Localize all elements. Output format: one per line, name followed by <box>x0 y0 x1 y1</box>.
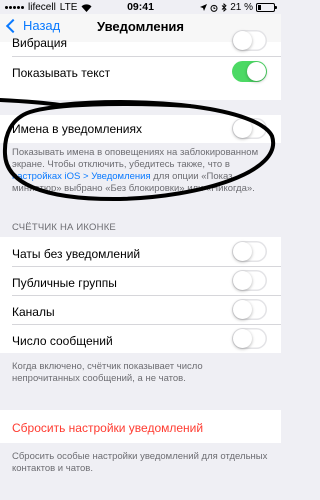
names-in-notifications-label: Имена в уведомлениях <box>12 122 142 136</box>
vibration-label[interactable]: Вибрация <box>12 36 67 50</box>
row-separator <box>12 266 281 267</box>
toggle-knob <box>247 62 266 81</box>
channels-toggle[interactable] <box>232 299 267 320</box>
location-arrow-icon <box>200 4 208 11</box>
names-footer-text-start: Показывать имена в оповещениях на заблок… <box>12 147 259 170</box>
show-text-toggle[interactable] <box>232 61 267 82</box>
public-groups-label: Публичные группы <box>12 276 117 290</box>
counter-section-header: СЧЁТЧИК НА ИКОНКЕ <box>12 222 116 233</box>
show-text-label: Показывать текст <box>12 66 111 80</box>
toggle-knob <box>233 242 252 261</box>
battery-icon <box>256 3 277 12</box>
ios-notifications-settings-link[interactable]: настройках iOS > Уведомления <box>12 171 151 182</box>
row-separator <box>12 295 281 296</box>
public-groups-toggle[interactable] <box>232 270 267 291</box>
toggle-knob <box>233 329 252 348</box>
reset-notifications-row[interactable]: Сбросить настройки уведомлений <box>0 410 281 443</box>
muted-chats-label: Чаты без уведомлений <box>12 247 141 261</box>
alarm-icon <box>210 4 218 12</box>
counter-settings-group: Чаты без уведомлений Публичные группы Ка… <box>0 237 281 353</box>
row-separator <box>12 324 281 325</box>
bluetooth-icon <box>221 3 227 12</box>
names-footer-text: Показывать имена в оповещениях на заблок… <box>12 147 269 195</box>
names-in-notifications-row: Имена в уведомлениях <box>0 115 281 143</box>
toggle-knob <box>233 31 252 50</box>
reset-footer-text: Сбросить особые настройки уведомлений дл… <box>12 451 268 474</box>
muted-chats-toggle[interactable] <box>232 241 267 262</box>
message-count-label: Число сообщений <box>12 334 113 348</box>
battery-fill <box>258 5 261 10</box>
names-in-notifications-toggle[interactable] <box>232 118 267 139</box>
message-count-toggle[interactable] <box>232 328 267 349</box>
battery-percent: 21 % <box>230 2 253 13</box>
counter-footer-text: Когда включено, счётчик показывает число… <box>12 361 203 384</box>
display-settings-group: Вибрация Показывать текст <box>0 30 281 100</box>
status-right: 21 % <box>200 2 277 13</box>
toggle-knob <box>233 119 252 138</box>
vibration-toggle[interactable] <box>232 30 267 51</box>
channels-label: Каналы <box>12 305 55 319</box>
status-bar: lifecell LTE 09:41 21 % <box>0 0 281 14</box>
toggle-knob <box>233 300 252 319</box>
toggle-knob <box>233 271 252 290</box>
reset-notifications-button[interactable]: Сбросить настройки уведомлений <box>12 421 203 435</box>
row-separator <box>12 56 281 57</box>
